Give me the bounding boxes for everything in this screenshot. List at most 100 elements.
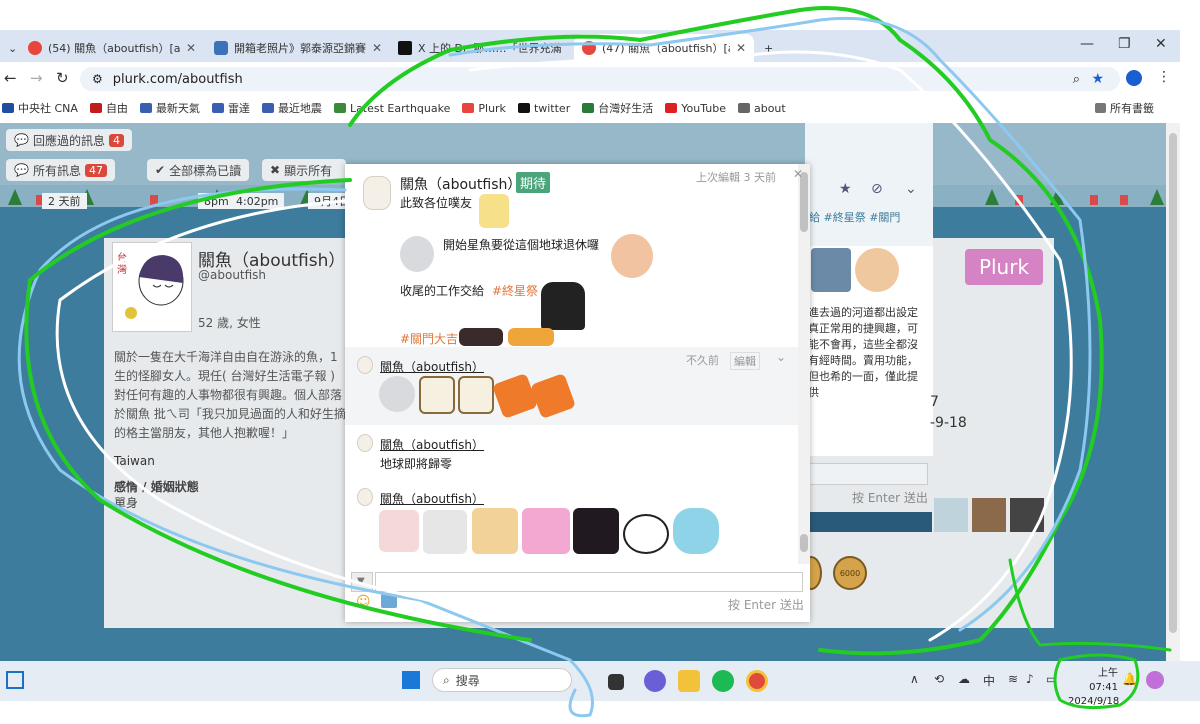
teams-chat-icon[interactable] — [644, 670, 666, 692]
chevron-down-icon[interactable]: ⌄ — [776, 350, 786, 364]
windows-taskbar — [0, 661, 1200, 701]
chevron-down-icon[interactable]: ⌄ — [905, 181, 917, 197]
notification-bell-icon[interactable]: 🔔 — [1122, 672, 1137, 686]
menu-kebab-icon[interactable]: ⋮ — [1157, 69, 1171, 85]
page-scrollbar[interactable] — [1166, 123, 1180, 661]
tab-3[interactable]: X 上的 Dr. 那……「世界充滿 — [390, 34, 572, 62]
copilot-icon[interactable] — [1146, 671, 1164, 689]
modal-scroll-thumb-2[interactable] — [800, 534, 808, 552]
bookmark-favicon-icon — [211, 103, 224, 113]
plurk-button[interactable]: Plurk — [965, 249, 1043, 285]
forward-icon[interactable]: → — [30, 69, 43, 87]
cloud-icon[interactable]: ☁ — [958, 672, 970, 686]
bookmark-label: twitter — [533, 101, 571, 115]
bookmark-item[interactable]: 雷達 — [211, 100, 250, 116]
all-count-badge: 47 — [84, 163, 107, 177]
close-modal-icon[interactable]: ✕ — [793, 167, 803, 181]
task-view-icon[interactable] — [608, 674, 624, 690]
window-close-icon[interactable]: ✕ — [1155, 36, 1167, 52]
sticker-cat-icon[interactable] — [972, 498, 1006, 532]
response-avatar[interactable] — [357, 434, 373, 452]
right-input[interactable] — [808, 463, 928, 485]
spock-sticker-icon — [459, 328, 503, 346]
tab-1[interactable]: (54) 關魚（aboutfish）[about ✕ — [20, 34, 204, 62]
ime-indicator[interactable]: 中 — [983, 672, 995, 689]
edit-button[interactable]: 編輯 — [730, 352, 760, 370]
triangle-down-icon: ▼ — [357, 576, 365, 587]
bookmark-favicon-icon — [665, 103, 678, 113]
widgets-icon[interactable] — [6, 671, 24, 689]
address-url: plurk.com/aboutfish — [112, 71, 243, 87]
bookmark-item[interactable]: Plurk — [462, 102, 506, 115]
taskbar-clock[interactable]: 上午 07:41 2024/9/18 — [1068, 667, 1119, 709]
show-all-button[interactable]: ✖ 顯示所有 — [262, 159, 346, 181]
bookmark-star-icon[interactable]: ★ — [1091, 71, 1104, 87]
tab-2[interactable]: 開箱老照片》郭泰源亞錦賽主投 ✕ — [206, 34, 390, 62]
response-author[interactable]: 關魚（aboutfish） — [380, 490, 484, 507]
response-author[interactable]: 關魚（aboutfish） — [380, 358, 484, 375]
reload-icon[interactable]: ↻ — [56, 69, 69, 87]
bookmark-item[interactable]: YouTube — [665, 102, 726, 115]
star-icon[interactable]: ★ — [839, 181, 852, 197]
new-tab-button[interactable]: + — [756, 34, 776, 62]
response-input[interactable] — [375, 572, 803, 592]
sync-icon[interactable]: ⟲ — [934, 672, 944, 686]
volume-icon[interactable]: ♪ — [1026, 672, 1034, 686]
post-avatar[interactable] — [363, 176, 391, 210]
windows-start-icon[interactable] — [402, 671, 420, 689]
response-author[interactable]: 關魚（aboutfish） — [380, 436, 484, 453]
bookmark-item[interactable]: 自由 — [89, 100, 128, 116]
bookmark-item[interactable]: 中央社 CNA — [2, 100, 78, 116]
back-icon[interactable]: ← — [4, 69, 17, 87]
wifi-icon[interactable]: ≋ — [1008, 672, 1018, 686]
all-messages-button[interactable]: 💬 所有訊息 47 — [6, 159, 115, 181]
girl-avatar-icon — [855, 248, 899, 292]
close-icon[interactable]: ✕ — [372, 41, 382, 55]
site-info-icon[interactable]: ⚙ — [92, 72, 103, 86]
modal-scrollbar[interactable] — [798, 164, 810, 564]
close-icon[interactable]: ✕ — [736, 41, 746, 55]
replied-messages-button[interactable]: 💬 回應過的訊息 4 — [6, 129, 132, 151]
zoom-icon[interactable]: ⌕ — [1073, 72, 1080, 87]
bookmark-item[interactable]: twitter — [517, 101, 571, 115]
tab-list-button[interactable]: ⌄ — [0, 34, 20, 62]
profile-avatar[interactable]: 台灣 — [112, 242, 192, 332]
qualifier-dropdown[interactable]: ▼ — [351, 572, 373, 592]
battery-icon[interactable]: ▭ — [1046, 672, 1057, 686]
profile-avatar-icon[interactable] — [1126, 70, 1142, 86]
sticker-cat2-icon[interactable] — [1010, 498, 1044, 532]
file-explorer-icon[interactable] — [678, 670, 700, 692]
tag-link[interactable]: #終星祭 — [492, 282, 538, 299]
bookmark-item[interactable]: 台灣好生活 — [582, 100, 653, 116]
bookmark-item[interactable]: 最近地震 — [261, 100, 322, 116]
response-avatar[interactable] — [357, 488, 373, 506]
tag-link[interactable]: #關門大吉 — [400, 330, 458, 347]
address-bar[interactable]: ⚙ plurk.com/aboutfish ⌕ ★ — [80, 67, 1120, 91]
response-avatar[interactable] — [357, 356, 373, 374]
image-upload-icon[interactable] — [381, 594, 397, 608]
bookmark-favicon-icon — [737, 103, 750, 113]
mark-all-read-button[interactable]: ✔ 全部標為已讀 — [147, 159, 250, 181]
sticker-eye-icon[interactable] — [934, 498, 968, 532]
restore-icon[interactable]: ❐ — [1118, 36, 1131, 52]
spotify-icon[interactable] — [712, 670, 734, 692]
scrollbar-thumb[interactable] — [1169, 133, 1177, 633]
bookmark-label: 最新天氣 — [155, 102, 200, 115]
taskbar-search[interactable]: ⌕ 搜尋 — [432, 668, 572, 692]
close-icon[interactable]: ✕ — [186, 41, 196, 55]
post-author[interactable]: 關魚（aboutfish） — [400, 174, 521, 194]
modal-scroll-thumb[interactable] — [800, 172, 808, 232]
bookmark-item[interactable]: Latest Earthquake — [333, 102, 450, 115]
all-bookmarks[interactable]: 所有書籤 — [1095, 100, 1154, 116]
emoticon-icon[interactable]: ☺ — [356, 594, 371, 610]
chrome-icon[interactable] — [746, 670, 768, 692]
block-icon[interactable]: ⊘ — [871, 181, 883, 197]
tab-4-active[interactable]: (47) 關魚（aboutfish）[about ✕ — [574, 34, 754, 62]
right-numbers: 7 -9-18 — [930, 392, 967, 434]
chevron-up-icon[interactable]: ∧ — [910, 672, 919, 686]
bookmark-item[interactable]: about — [737, 102, 786, 115]
response-time: 不久前 — [686, 354, 719, 367]
clock-time: 上午 07:41 — [1089, 668, 1118, 693]
minimize-icon[interactable]: — — [1080, 36, 1094, 52]
bookmark-item[interactable]: 最新天氣 — [139, 100, 200, 116]
